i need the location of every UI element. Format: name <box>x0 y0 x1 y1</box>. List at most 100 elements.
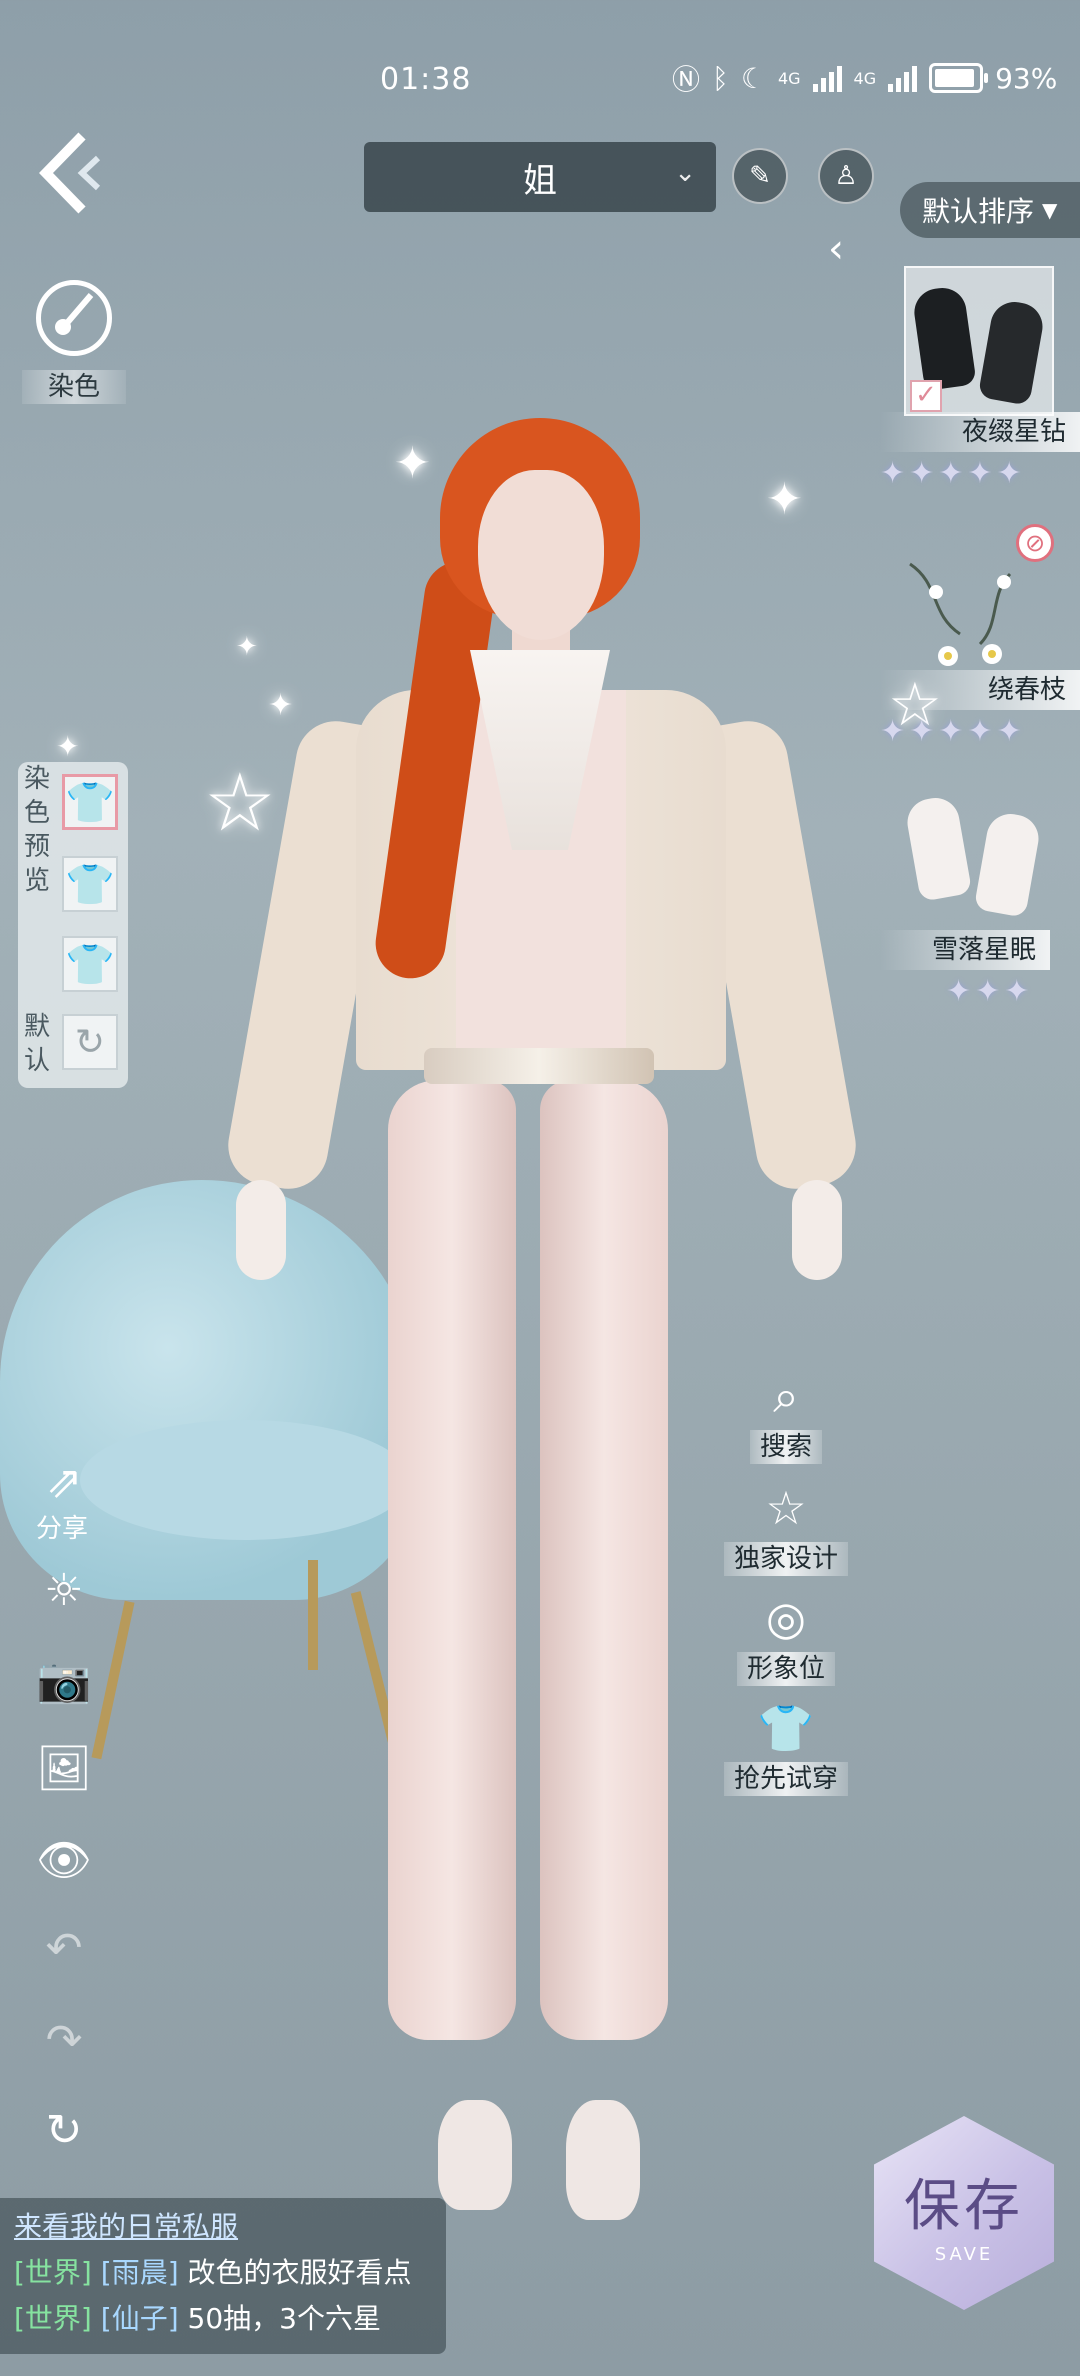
character-shoe-left <box>438 2100 512 2210</box>
dye-preview-title: 染色预览 <box>23 764 50 896</box>
star-icon: ✦ <box>946 974 972 1009</box>
sparkle-icon: ✦ <box>766 474 803 525</box>
item-name-3: 雪落星眠 <box>880 930 1050 970</box>
network-type-2: 4G <box>853 68 877 88</box>
star-icon: ✦ <box>880 456 906 491</box>
sparkle-icon: ✦ <box>56 730 80 763</box>
back-arrow-icon <box>39 132 101 214</box>
chat-text: 改色的衣服好看点 <box>187 2256 412 2289</box>
dye-swatch-2[interactable]: 👕 <box>62 856 118 912</box>
edit-pen-button[interactable]: ✎ <box>732 148 788 204</box>
share-icon: ⇗ <box>45 1456 83 1508</box>
chat-message: [世界] [雨晨] 改色的衣服好看点 <box>14 2250 432 2296</box>
item-card-3[interactable] <box>903 790 1054 940</box>
share-button[interactable]: ⇗ <box>36 1454 92 1510</box>
chat-channel: [世界] <box>14 2302 92 2335</box>
character-select[interactable]: 姐 ⌄ <box>364 142 716 212</box>
undo-button[interactable]: ↶ <box>36 1920 92 1976</box>
item-name-2: 绕春枝 <box>880 670 1080 710</box>
star-outline-icon: ☆ <box>765 1481 807 1535</box>
character-shoe-right <box>566 2100 640 2220</box>
sort-dropdown[interactable]: 默认排序 ▼ <box>900 182 1080 238</box>
try-first-button[interactable]: 👕 抢先试穿 <box>724 1700 849 1796</box>
image-position-button[interactable]: ◎ 形象位 <box>726 1590 846 1686</box>
item-card-1[interactable]: ✓ <box>904 266 1054 416</box>
dye-swatch-3[interactable]: 👕 <box>62 936 118 992</box>
camera-button[interactable]: 📷 <box>36 1652 92 1708</box>
character-belt <box>424 1048 654 1084</box>
item-card-2[interactable]: ⊘ <box>900 524 1054 674</box>
character-leg-left <box>388 1080 516 2040</box>
reset-button[interactable]: ↻ <box>36 2102 92 2158</box>
star-icon: ✦ <box>996 456 1022 491</box>
brush-glyph <box>55 293 94 335</box>
chat-user[interactable]: [仙子] <box>101 2302 179 2335</box>
dress-icon: ♙ <box>834 161 858 191</box>
try-first-label: 抢先试穿 <box>724 1762 849 1796</box>
armchair-seat <box>80 1420 410 1540</box>
pen-icon: ✎ <box>749 161 771 191</box>
dye-default-label: 默认 <box>23 1012 50 1076</box>
battery-percent: 93% <box>995 61 1058 95</box>
redo-button[interactable]: ↷ <box>36 2012 92 2068</box>
item-stars-1: ✦ ✦ ✦ ✦ ✦ <box>880 456 1022 491</box>
outfit-button[interactable]: ♙ <box>818 148 874 204</box>
back-button[interactable] <box>36 128 116 218</box>
search-button[interactable]: ⌕ 搜索 <box>726 1368 846 1464</box>
exclusive-design-label: 独家设计 <box>724 1542 849 1576</box>
dye-brush-icon[interactable] <box>36 280 112 356</box>
eye-icon: 👁 <box>36 1835 92 1886</box>
chevron-down-icon: ⌄ <box>674 158 696 188</box>
item-stars-2: ✦ ✦ ✦ ✦ ✦ <box>880 714 1022 749</box>
brightness-button[interactable]: ☼ <box>36 1562 92 1618</box>
white-glove-icon <box>973 810 1043 918</box>
sparkle-icon: ✦ <box>268 688 294 723</box>
camera-icon: 📷 <box>36 1655 92 1706</box>
search-label: 搜索 <box>749 1430 822 1464</box>
save-button[interactable]: 保存 SAVE <box>874 2116 1054 2310</box>
dye-reset-button[interactable]: ↻ <box>62 1014 118 1070</box>
star-icon: ✦ <box>880 714 906 749</box>
black-glove-icon <box>977 298 1047 406</box>
star-icon: ✦ <box>909 714 935 749</box>
battery-icon <box>929 63 989 93</box>
collapse-panel-arrow-icon[interactable]: ‹ <box>828 226 844 272</box>
signal-icon-2 <box>888 64 918 92</box>
save-label-en: SAVE <box>934 2244 994 2265</box>
chair-leg <box>91 1600 135 1760</box>
nfc-icon: Ⓝ <box>672 63 701 96</box>
bluetooth-icon: ᛒ <box>712 61 729 95</box>
sparkle-icon: ✦ <box>236 632 258 662</box>
item-stars-3: ✦ ✦ ✦ <box>946 974 1029 1009</box>
sparkle-icon: ✦ <box>394 438 431 489</box>
portrait-circle-icon: ◎ <box>765 1591 807 1645</box>
star-icon: ✦ <box>975 974 1001 1009</box>
dye-swatch-1[interactable]: 👕 <box>62 774 118 830</box>
no-entry-icon: ⊘ <box>1016 524 1054 562</box>
status-time: 01:38 <box>380 62 472 97</box>
chat-text: 50抽，3个六星 <box>187 2302 381 2335</box>
star-icon: ✦ <box>967 714 993 749</box>
chat-link[interactable]: 来看我的日常私服 <box>14 2210 238 2243</box>
star-icon: ✦ <box>967 456 993 491</box>
star-icon: ✦ <box>909 456 935 491</box>
character-select-value: 姐 <box>523 160 557 201</box>
chat-user[interactable]: [雨晨] <box>101 2256 179 2289</box>
signal-icon <box>812 64 842 92</box>
shirt-icon: 👕 <box>65 779 115 826</box>
shirt-icon: 👕 <box>757 1701 815 1755</box>
sun-icon: ☼ <box>44 1564 84 1616</box>
hide-ui-button[interactable]: 👁 <box>36 1832 92 1888</box>
status-icons: Ⓝ ᛒ ☾ 4G 4G 93% <box>672 58 1057 98</box>
black-glove-icon <box>911 284 977 392</box>
character-glove-right <box>792 1180 842 1280</box>
selected-check-icon: ✓ <box>910 380 942 412</box>
character-glove-left <box>236 1180 286 1280</box>
refresh-icon: ↻ <box>45 2104 83 2156</box>
gallery-button[interactable]: 🖼 <box>36 1740 92 1796</box>
character-leg-right <box>540 1080 668 2040</box>
exclusive-design-button[interactable]: ☆ 独家设计 <box>724 1480 849 1576</box>
sort-label: 默认排序 <box>922 195 1035 228</box>
chat-message: [世界] [仙子] 50抽，3个六星 <box>14 2296 432 2342</box>
chat-box[interactable]: 来看我的日常私服 [世界] [雨晨] 改色的衣服好看点 [世界] [仙子] 50… <box>0 2198 446 2354</box>
